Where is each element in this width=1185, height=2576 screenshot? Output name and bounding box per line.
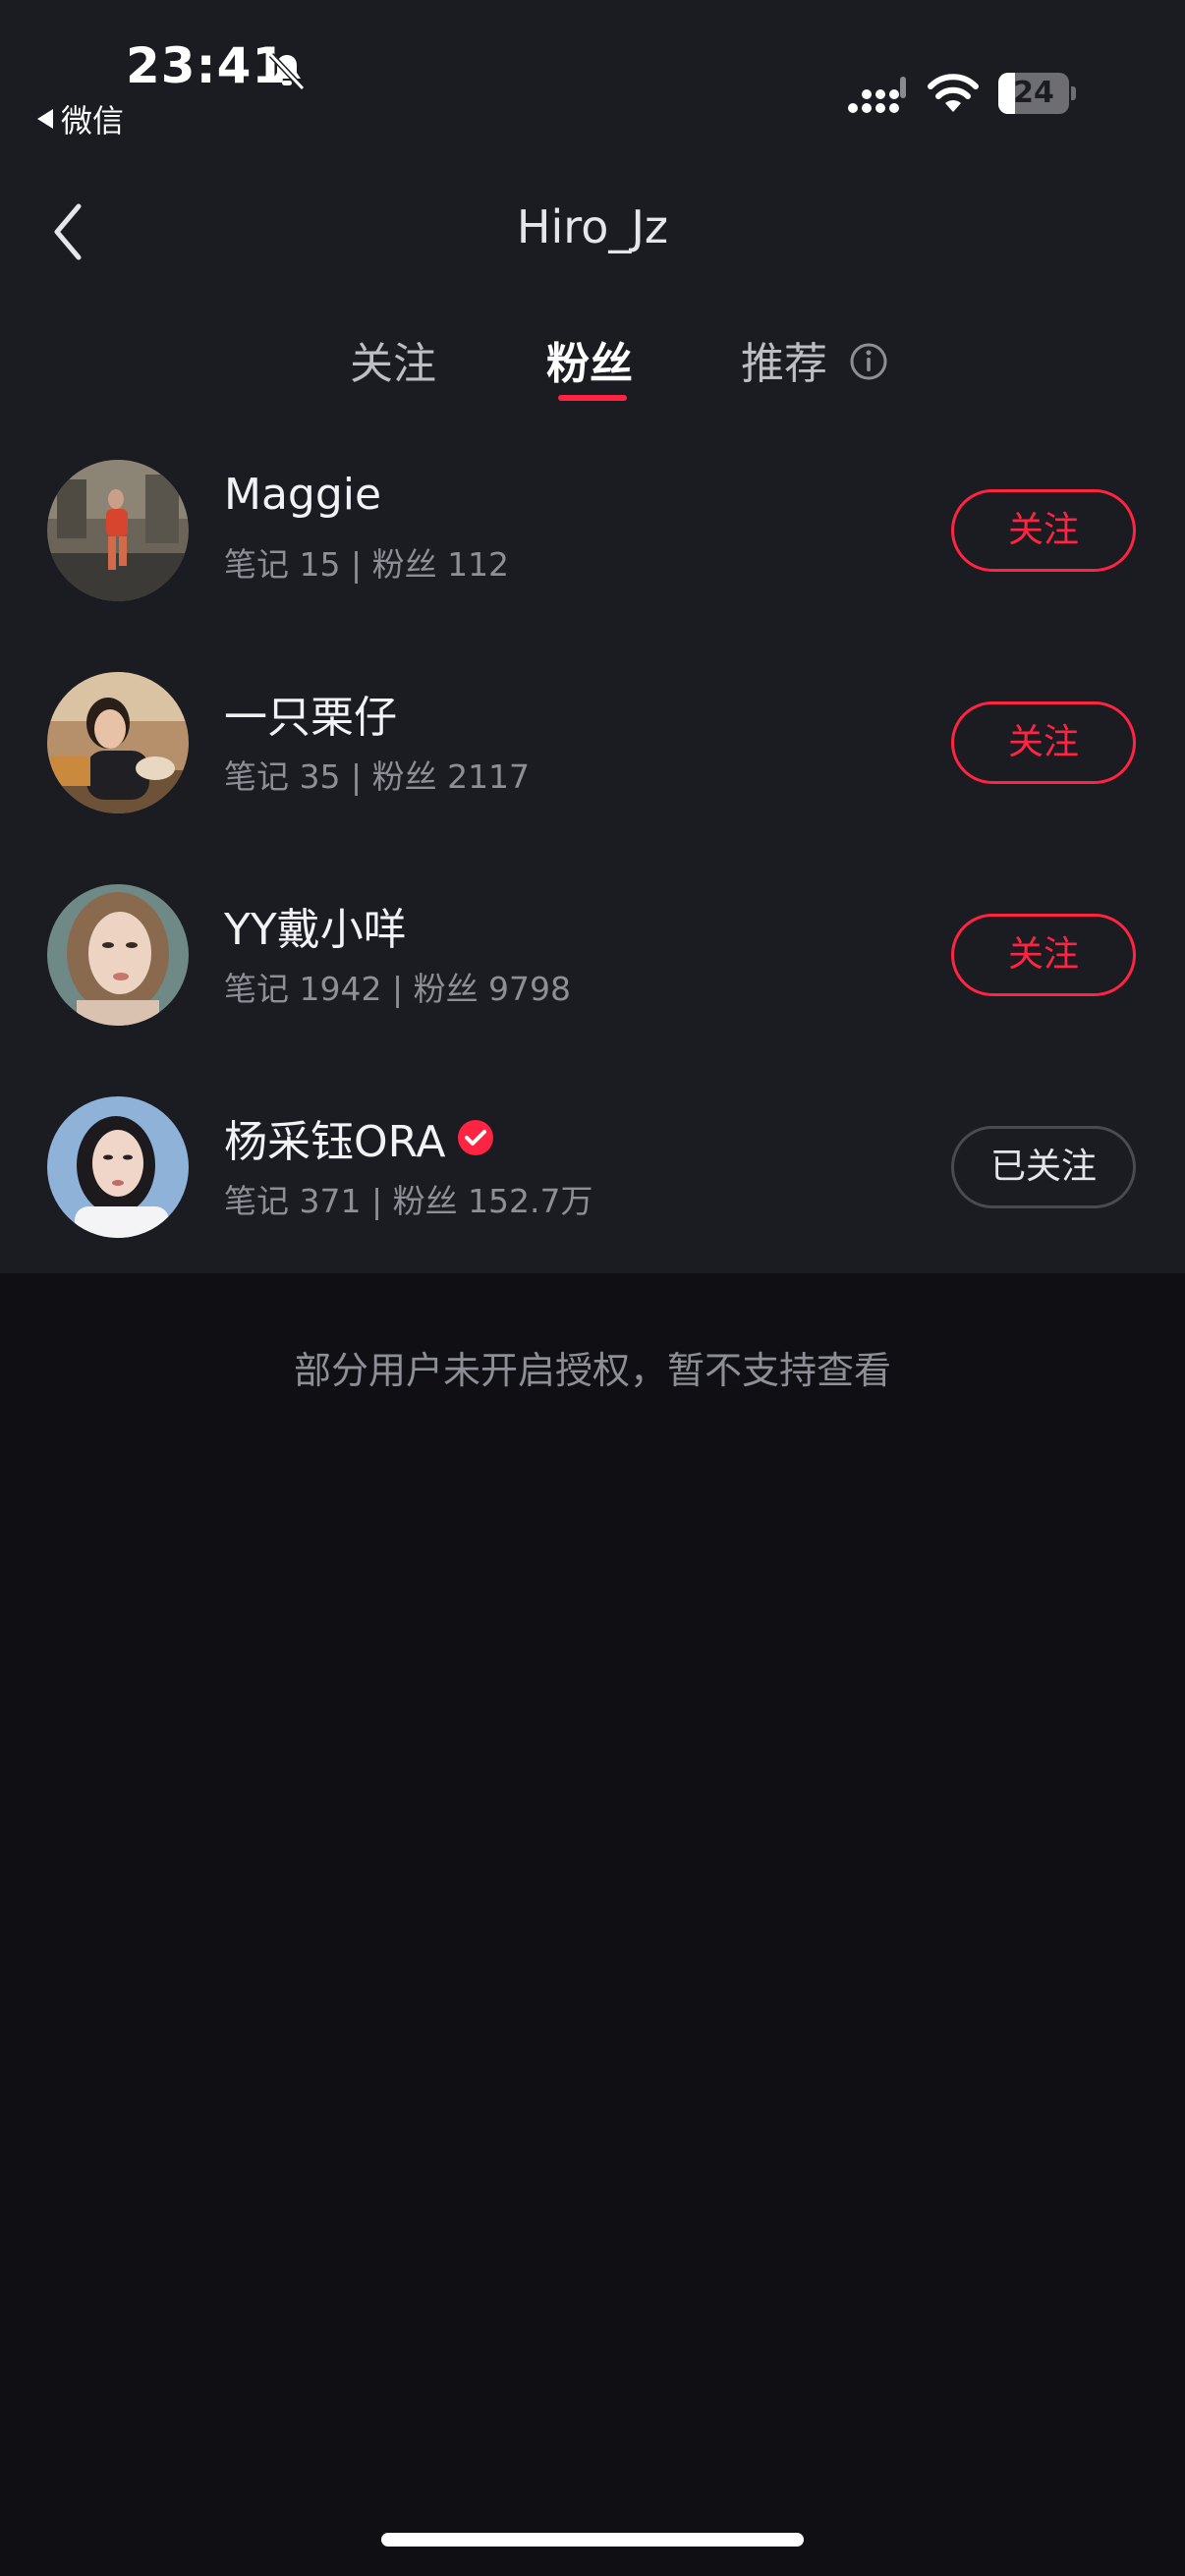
back-to-app-link[interactable]: 微信 — [37, 96, 124, 141]
user-stats: 笔记 1942 | 粉丝 9798 — [224, 970, 572, 1008]
list-item[interactable]: 杨采钰ORA 笔记 371 | 粉丝 152.7万 已关注 — [0, 1061, 1185, 1273]
authorization-notice: 部分用户未开启授权，暂不支持查看 — [293, 1349, 891, 1392]
avatar[interactable] — [47, 460, 189, 601]
following-button[interactable]: 已关注 — [951, 1126, 1136, 1208]
user-name-text: Maggie — [224, 470, 382, 520]
active-tab-indicator — [558, 395, 627, 401]
bell-slash-icon — [268, 52, 306, 91]
battery-tip — [1071, 86, 1076, 100]
follow-button[interactable]: 关注 — [951, 701, 1136, 784]
status-time: 23:41 — [126, 37, 288, 94]
tab-fans[interactable]: 粉丝 — [546, 328, 633, 391]
user-name-text: YY戴小咩 — [224, 905, 407, 955]
home-indicator[interactable] — [381, 2533, 804, 2547]
avatar[interactable] — [47, 884, 189, 1026]
back-app-label: 微信 — [61, 102, 125, 140]
user-stats: 笔记 15 | 粉丝 112 — [224, 545, 510, 584]
battery-icon: 24 — [998, 73, 1077, 114]
list-item[interactable]: Maggie 笔记 15 | 粉丝 112 关注 — [0, 424, 1185, 637]
user-name[interactable]: 一只栗仔 — [224, 682, 397, 745]
wifi-icon — [928, 74, 979, 112]
page-title: Hiro_Jz — [516, 200, 669, 253]
follow-button[interactable]: 关注 — [951, 914, 1136, 996]
followers-screen: 23:41 微信 24 Hiro_Jz 关注 粉丝 推荐 Maggie 笔记 1… — [0, 0, 1185, 2576]
follow-button[interactable]: 关注 — [951, 489, 1136, 572]
back-triangle-icon — [37, 109, 53, 129]
user-name-text: 杨采钰ORA — [224, 1117, 446, 1167]
tab-following[interactable]: 关注 — [350, 328, 436, 391]
user-stats: 笔记 371 | 粉丝 152.7万 — [224, 1182, 593, 1220]
battery-body: 24 — [998, 73, 1069, 114]
list-item[interactable]: YY戴小咩 笔记 1942 | 粉丝 9798 关注 — [0, 849, 1185, 1061]
avatar[interactable] — [47, 672, 189, 813]
info-icon[interactable] — [849, 342, 888, 381]
verified-badge-icon — [457, 1120, 493, 1155]
user-name[interactable]: 杨采钰ORA — [224, 1106, 495, 1169]
avatar[interactable] — [47, 1096, 189, 1238]
signal-icon — [848, 77, 906, 113]
list-item[interactable]: 一只栗仔 笔记 35 | 粉丝 2117 关注 — [0, 637, 1185, 849]
tab-recommend[interactable]: 推荐 — [741, 328, 827, 391]
user-name[interactable]: YY戴小咩 — [224, 894, 407, 957]
user-name[interactable]: Maggie — [224, 470, 381, 520]
user-name-text: 一只栗仔 — [224, 693, 397, 743]
battery-level: 24 — [1013, 76, 1054, 110]
user-stats: 笔记 35 | 粉丝 2117 — [224, 757, 531, 796]
